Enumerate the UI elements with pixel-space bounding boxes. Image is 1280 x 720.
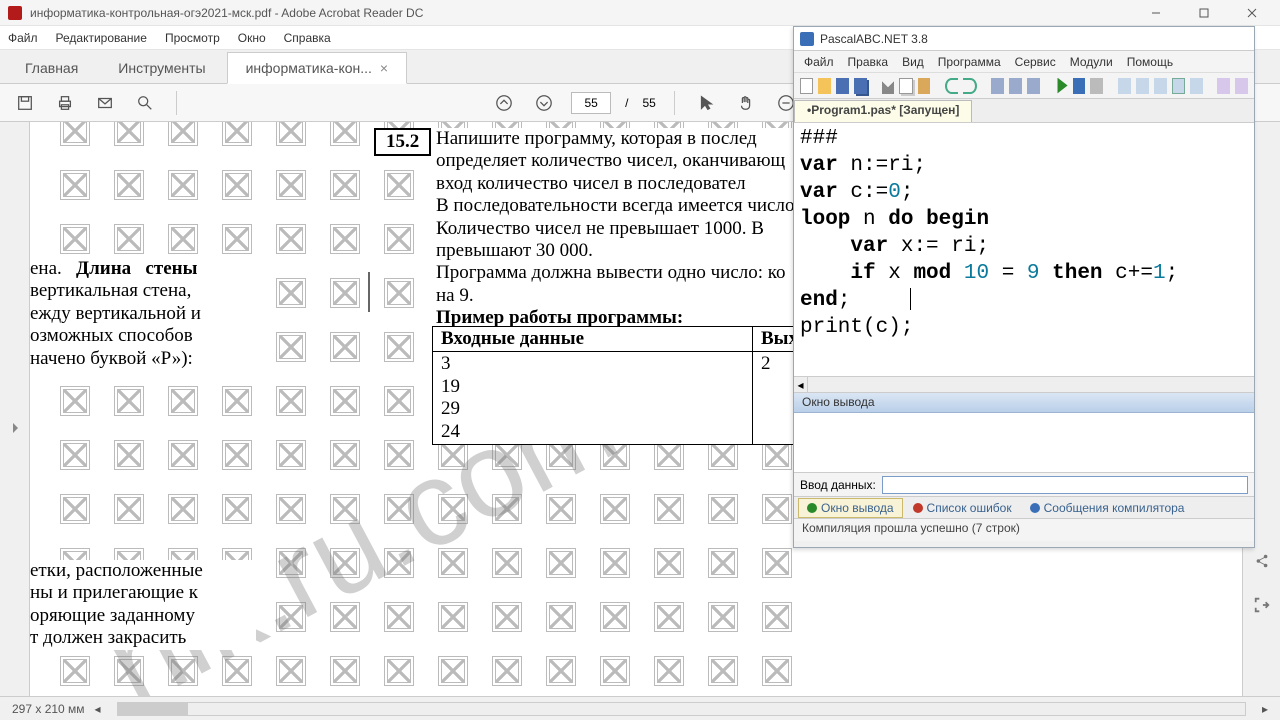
- task-number: 15.2: [374, 128, 431, 156]
- hand-tool-icon[interactable]: [733, 90, 759, 116]
- horizontal-scrollbar[interactable]: [117, 702, 1246, 716]
- editor-tab[interactable]: •Program1.pas* [Запущен]: [794, 100, 972, 122]
- pascal-menubar: Файл Правка Вид Программа Сервис Модули …: [794, 51, 1254, 73]
- acrobat-statusbar: 297 x 210 мм ◂ ▸: [0, 696, 1280, 720]
- tb-icon[interactable]: [1154, 78, 1167, 94]
- page-number-input[interactable]: [571, 92, 611, 114]
- minimize-button[interactable]: [1136, 1, 1176, 25]
- th-input: Входные данные: [433, 327, 753, 352]
- left-text-2: етки, расположенные ны и прилегающие к о…: [30, 560, 256, 650]
- pascal-icon: [800, 32, 814, 46]
- step-icon[interactable]: [1090, 78, 1103, 94]
- paste-icon[interactable]: [918, 78, 931, 94]
- menu-edit[interactable]: Редактирование: [56, 31, 147, 45]
- output-area[interactable]: [794, 413, 1254, 473]
- undo-icon[interactable]: [945, 78, 958, 94]
- pas-menu-modules[interactable]: Модули: [1070, 55, 1113, 69]
- pascal-status: Компиляция прошла успешно (7 строк): [794, 519, 1254, 541]
- tb-icon[interactable]: [1136, 78, 1149, 94]
- acrobat-sidebar-left[interactable]: [0, 122, 30, 696]
- acrobat-titlebar: информатика-контрольная-огэ2021-мск.pdf …: [0, 0, 1280, 26]
- menu-window[interactable]: Окно: [238, 31, 266, 45]
- open-icon[interactable]: [818, 78, 831, 94]
- td-input: 3 19 29 24: [433, 352, 753, 445]
- print-icon[interactable]: [52, 90, 78, 116]
- new-icon[interactable]: [800, 78, 813, 94]
- run-icon[interactable]: [1055, 78, 1068, 94]
- pascal-editor[interactable]: ### var n:=ri; var c:=0; loop n do begin…: [794, 123, 1254, 377]
- tb-icon[interactable]: [991, 78, 1004, 94]
- tb-icon[interactable]: [1009, 78, 1022, 94]
- close-button[interactable]: [1232, 1, 1272, 25]
- close-icon[interactable]: ×: [380, 60, 388, 76]
- scroll-left-icon[interactable]: ◂: [95, 702, 101, 716]
- share-icon[interactable]: [1253, 552, 1271, 570]
- tab-home-label: Главная: [25, 60, 78, 76]
- scroll-right-icon[interactable]: ▸: [1262, 702, 1268, 716]
- save-icon[interactable]: [836, 78, 849, 94]
- tb-icon[interactable]: [1027, 78, 1040, 94]
- page-up-icon[interactable]: [491, 90, 517, 116]
- saveall-icon[interactable]: [854, 78, 867, 94]
- bottab-errors[interactable]: Список ошибок: [905, 499, 1020, 517]
- left-text-1: ена. ена. Длина стеныДлина стены вертика…: [30, 258, 256, 370]
- example-table: Входные данныеВых 3 19 29 24 2: [432, 326, 807, 445]
- pas-menu-service[interactable]: Сервис: [1015, 55, 1056, 69]
- page-sep: /: [625, 96, 628, 110]
- menu-view[interactable]: Просмотр: [165, 31, 220, 45]
- cut-icon[interactable]: [882, 78, 895, 94]
- pas-menu-view[interactable]: Вид: [902, 55, 924, 69]
- status-dimensions: 297 x 210 мм: [12, 702, 85, 716]
- bottab-output[interactable]: Окно вывода: [798, 498, 903, 518]
- acrobat-title: информатика-контрольная-огэ2021-мск.pdf …: [30, 6, 423, 20]
- guide-line: [368, 272, 370, 312]
- acrobat-icon: [8, 6, 22, 20]
- pascal-toolbar: [794, 73, 1254, 99]
- redo-icon[interactable]: [963, 78, 976, 94]
- page-down-icon[interactable]: [531, 90, 557, 116]
- pas-menu-help[interactable]: Помощь: [1127, 55, 1173, 69]
- pascal-window: PascalABC.NET 3.8 Файл Правка Вид Програ…: [793, 26, 1255, 548]
- tab-document[interactable]: информатика-кон... ×: [227, 52, 408, 84]
- search-icon[interactable]: [132, 90, 158, 116]
- bottab-messages[interactable]: Сообщения компилятора: [1022, 499, 1193, 517]
- output-header: Окно вывода: [794, 393, 1254, 413]
- input-field[interactable]: [882, 476, 1248, 494]
- tab-document-label: информатика-кон...: [246, 60, 372, 76]
- tb-icon[interactable]: [1190, 78, 1203, 94]
- menu-file[interactable]: Файл: [8, 31, 38, 45]
- maximize-button[interactable]: [1184, 1, 1224, 25]
- input-label: Ввод данных:: [800, 478, 876, 492]
- tb-icon[interactable]: [1217, 78, 1230, 94]
- select-tool-icon[interactable]: [693, 90, 719, 116]
- pas-menu-edit[interactable]: Правка: [848, 55, 889, 69]
- input-row: Ввод данных:: [794, 473, 1254, 497]
- text-caret: [910, 288, 911, 310]
- pascal-titlebar[interactable]: PascalABC.NET 3.8: [794, 27, 1254, 51]
- menu-help[interactable]: Справка: [284, 31, 331, 45]
- mail-icon[interactable]: [92, 90, 118, 116]
- tab-home[interactable]: Главная: [6, 51, 97, 83]
- tb-icon[interactable]: [1235, 78, 1248, 94]
- pas-menu-program[interactable]: Программа: [938, 55, 1001, 69]
- page-total: 55: [643, 96, 656, 110]
- copy-icon[interactable]: [899, 78, 912, 94]
- tb-icon[interactable]: [1172, 78, 1185, 94]
- save-icon[interactable]: [12, 90, 38, 116]
- pas-menu-file[interactable]: Файл: [804, 55, 834, 69]
- pascal-title: PascalABC.NET 3.8: [820, 32, 928, 46]
- pascal-editor-tabs: •Program1.pas* [Запущен]: [794, 99, 1254, 123]
- expand-icon[interactable]: [1253, 596, 1271, 614]
- pascal-bottom-tabs: Окно вывода Список ошибок Сообщения комп…: [794, 497, 1254, 519]
- tab-tools-label: Инструменты: [118, 60, 205, 76]
- stop-icon[interactable]: [1073, 78, 1086, 94]
- tab-tools[interactable]: Инструменты: [99, 51, 224, 83]
- pascal-hscroll[interactable]: ◂: [794, 377, 1254, 393]
- tb-icon[interactable]: [1118, 78, 1131, 94]
